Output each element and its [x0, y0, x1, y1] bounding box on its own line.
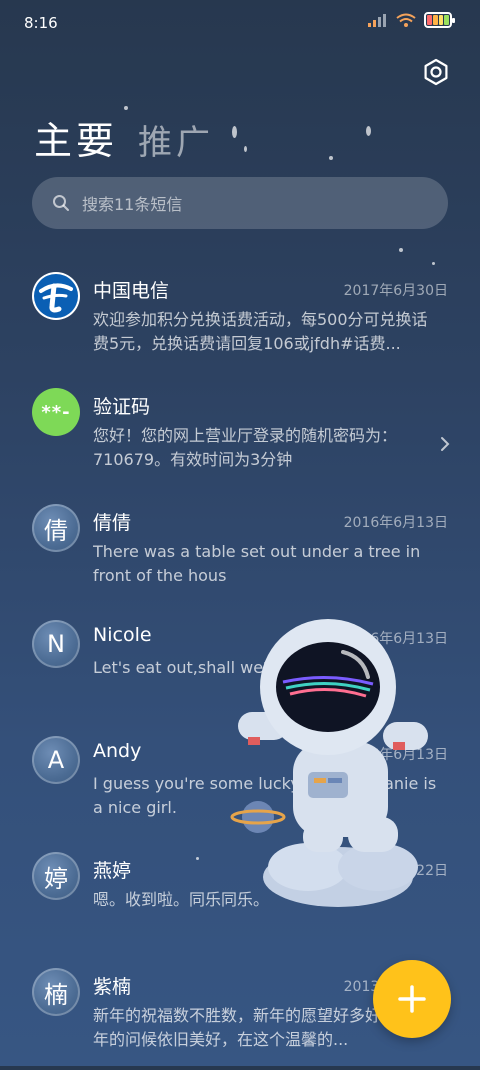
- message-item-nicole[interactable]: N Nicole 2016年6月13日 Let's eat out,shall …: [0, 606, 480, 722]
- plus-icon: [398, 985, 426, 1013]
- message-preview: I guess you're some lucky guy.Stephanie …: [93, 774, 437, 817]
- search-icon: [53, 195, 69, 211]
- search-bar[interactable]: 搜索11条短信: [32, 177, 448, 229]
- sender-name: 燕婷: [93, 860, 132, 882]
- battery-icon: [424, 12, 455, 28]
- search-placeholder: 搜索11条短信: [82, 195, 183, 214]
- tab-bar: 主要 推广: [34, 110, 214, 165]
- contact-avatar: 婷: [32, 852, 80, 900]
- sender-name: 中国电信: [93, 280, 170, 302]
- message-preview: 您好！您的网上营业厅登录的随机密码为：710679。有效时间为3分钟: [93, 426, 398, 469]
- message-preview: 欢迎参加积分兑换话费活动，每500分可兑换话费5元，兑换话费请回复106或jfd…: [93, 310, 428, 353]
- tab-primary[interactable]: 主要: [34, 110, 118, 165]
- wifi-icon: [396, 13, 416, 27]
- signal-icon: [368, 14, 386, 27]
- contact-avatar: 倩: [32, 504, 80, 552]
- message-item-china-telecom[interactable]: 中国电信 2017年6月30日 欢迎参加积分兑换话费活动，每500分可兑换话费5…: [0, 258, 480, 374]
- message-preview: There was a table set out under a tree i…: [93, 542, 421, 585]
- status-bar: 8:16: [0, 0, 480, 44]
- sender-name: Andy: [93, 740, 142, 762]
- chevron-right-icon[interactable]: [440, 436, 450, 452]
- message-item-qianqian[interactable]: 倩 倩倩 2016年6月13日 There was a table set ou…: [0, 490, 480, 606]
- message-date: 2017年6月30日: [343, 283, 448, 299]
- compose-message-button[interactable]: [373, 960, 451, 1038]
- message-item-verification-code[interactable]: **- 验证码 您好！您的网上营业厅登录的随机密码为：710679。有效时间为3…: [0, 374, 480, 490]
- sender-name: 验证码: [93, 396, 151, 418]
- message-item-yanting[interactable]: 婷 燕婷 2013年2月22日 嗯。收到啦。同乐同乐。: [0, 838, 480, 954]
- message-date: 2013年2月22日: [343, 863, 448, 879]
- sender-name: 紫楠: [93, 976, 132, 998]
- tab-promotions[interactable]: 推广: [138, 115, 214, 164]
- china-telecom-logo-icon: [32, 272, 80, 320]
- contact-avatar: 楠: [32, 968, 80, 1016]
- sender-name: 倩倩: [93, 512, 132, 534]
- message-item-andy[interactable]: A Andy 2016年6月13日 I guess you're some lu…: [0, 722, 480, 838]
- message-date: 2016年6月13日: [343, 515, 448, 531]
- message-date: 2016年6月13日: [343, 631, 448, 647]
- contact-avatar: A: [32, 736, 80, 784]
- message-list: 中国电信 2017年6月30日 欢迎参加积分兑换话费活动，每500分可兑换话费5…: [0, 258, 480, 1070]
- message-date: 2016年6月13日: [343, 747, 448, 763]
- status-icons: [368, 12, 455, 28]
- settings-gear-icon[interactable]: [422, 58, 450, 86]
- contact-avatar: N: [32, 620, 80, 668]
- status-time: 8:16: [24, 14, 58, 32]
- message-preview: 嗯。收到啦。同乐同乐。: [93, 890, 270, 909]
- message-preview: Let's eat out,shall we?: [93, 658, 272, 677]
- verification-code-avatar: **-: [32, 388, 80, 436]
- sender-name: Nicole: [93, 624, 152, 646]
